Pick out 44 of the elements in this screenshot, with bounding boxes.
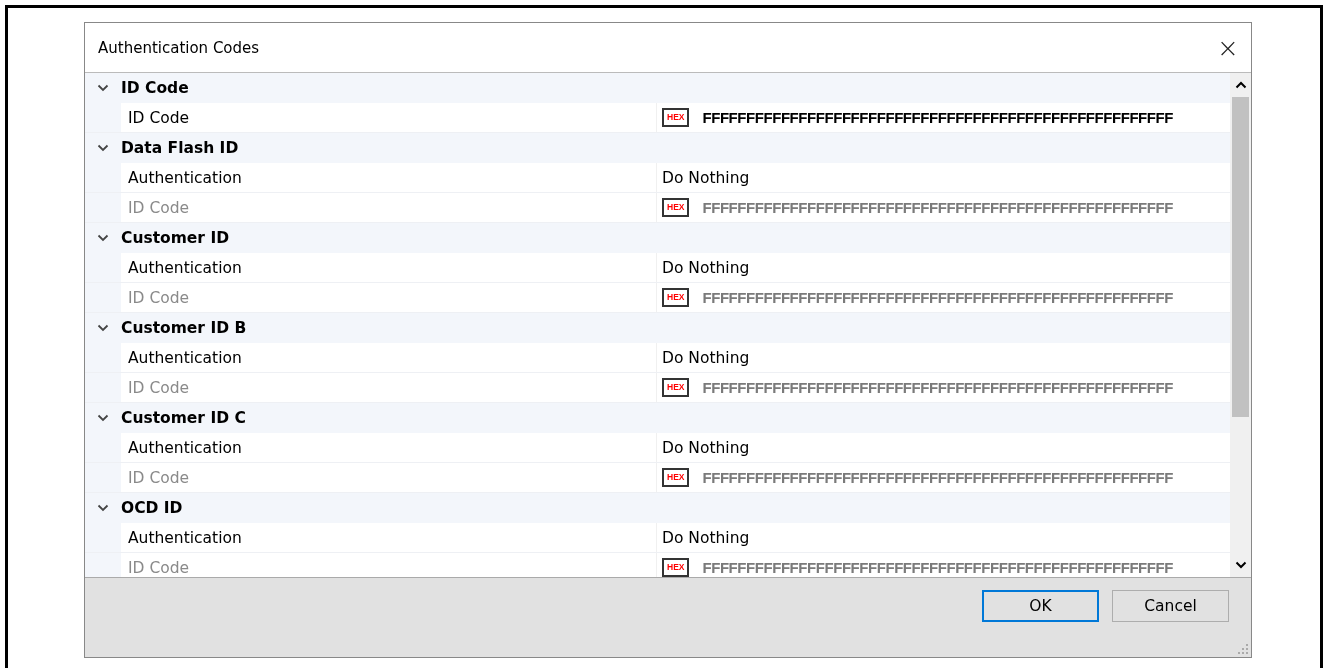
resize-grip-icon[interactable] [1238,644,1248,654]
group-header[interactable]: Data Flash ID [121,139,239,157]
group-header[interactable]: Customer ID B [121,319,247,337]
property-value[interactable]: Do Nothing [662,348,750,367]
property-label: Authentication [121,523,656,552]
property-label: ID Code [121,283,656,312]
property-label: Authentication [121,253,656,282]
chevron-icon[interactable] [97,144,109,152]
property-value[interactable]: Do Nothing [662,258,750,277]
scroll-down-icon[interactable] [1234,561,1247,569]
property-label: ID Code [121,103,656,132]
property-value[interactable]: FFFFFFFFFFFFFFFFFFFFFFFFFFFFFFFFFFFFFFFFFFFFFFFFFFFFFF [702,109,1173,126]
property-label: Authentication [121,343,656,372]
property-value[interactable]: Do Nothing [662,168,750,187]
hex-badge: HEX [662,378,690,397]
chevron-icon[interactable] [97,234,109,242]
hex-badge: HEX [662,198,690,217]
close-button[interactable]: × [1205,27,1251,68]
property-label: ID Code [121,553,656,577]
property-value[interactable]: Do Nothing [662,438,750,457]
chevron-icon[interactable] [97,414,109,422]
scrollbar[interactable] [1230,73,1251,577]
dialog-button[interactable]: OK [982,590,1099,622]
chevron-icon[interactable] [97,504,109,512]
dialog-button[interactable]: Cancel [1112,590,1229,622]
property-value[interactable]: Do Nothing [662,528,750,547]
group-header[interactable]: OCD ID [121,499,183,517]
scroll-up-icon[interactable] [1234,81,1247,89]
group-header[interactable]: Customer ID C [121,409,246,427]
hex-badge: HEX [662,558,690,577]
group-header[interactable]: Customer ID [121,229,230,247]
chevron-icon[interactable] [97,84,109,92]
chevron-icon[interactable] [97,324,109,332]
hex-badge: HEX [662,108,690,127]
hex-badge: HEX [662,468,690,487]
property-label: ID Code [121,373,656,402]
property-label: Authentication [121,433,656,462]
group-header[interactable]: ID Code [121,79,189,97]
property-label: Authentication [121,163,656,192]
scroll-thumb[interactable] [1232,97,1249,417]
hex-badge: HEX [662,288,690,307]
property-label: ID Code [121,193,656,222]
property-label: ID Code [121,463,656,492]
window-title: Authentication Codes [98,38,260,57]
